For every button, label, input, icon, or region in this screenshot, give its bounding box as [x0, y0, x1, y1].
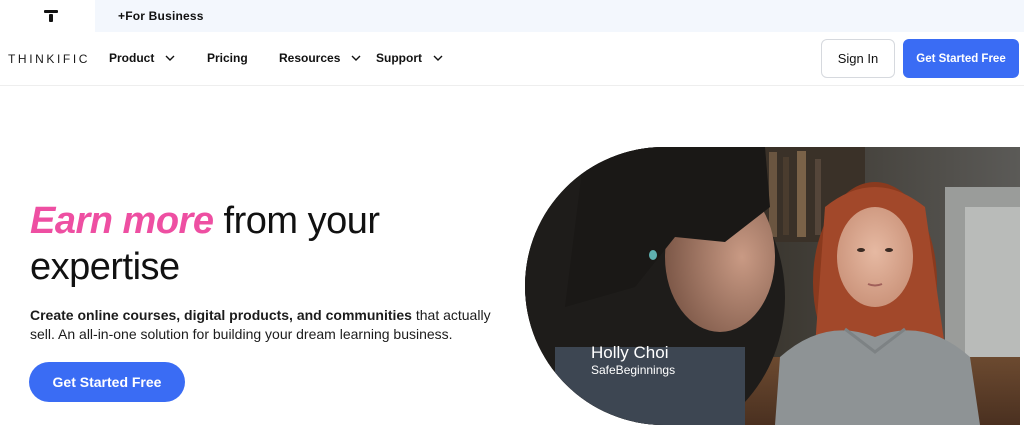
- chevron-down-icon: [433, 55, 443, 61]
- hero-headline-rest: from your: [213, 200, 381, 242]
- hero-headline-accent: Earn more: [30, 200, 214, 242]
- video-scene-image: [525, 147, 1020, 425]
- hero-description-bold: Create online courses, digital products,…: [30, 307, 412, 323]
- hero-video[interactable]: Holly Choi SafeBeginnings: [525, 147, 1020, 425]
- person-name-caption: Holly Choi: [591, 343, 669, 362]
- hero-headline: Earn more from your expertise: [30, 198, 380, 290]
- hero-get-started-button[interactable]: Get Started Free: [29, 362, 185, 402]
- nav-item-product[interactable]: Product: [109, 51, 176, 65]
- chevron-down-icon: [165, 55, 175, 61]
- nav-item-pricing[interactable]: Pricing: [207, 51, 248, 65]
- brand-tab[interactable]: [0, 0, 95, 32]
- nav-item-support[interactable]: Support: [376, 51, 444, 65]
- sign-in-button[interactable]: Sign In: [821, 39, 895, 78]
- person-org-caption: SafeBeginnings: [591, 363, 676, 377]
- hero-description: Create online courses, digital products,…: [30, 306, 500, 343]
- for-business-link[interactable]: +For Business: [118, 9, 204, 23]
- nav-item-label: Resources: [279, 51, 341, 65]
- main-nav: THINKIFIC Product Pricing Resources Supp…: [0, 32, 1024, 86]
- thinkific-logo[interactable]: THINKIFIC: [8, 52, 90, 66]
- nav-item-resources[interactable]: Resources: [279, 51, 362, 65]
- top-strip: +For Business: [0, 0, 1024, 32]
- hero-headline-line2: expertise: [30, 246, 180, 288]
- nav-item-label: Support: [376, 51, 422, 65]
- nav-item-label: Product: [109, 51, 155, 65]
- get-started-free-button[interactable]: Get Started Free: [903, 39, 1019, 78]
- thinkific-t-icon: [44, 10, 58, 22]
- chevron-down-icon: [351, 55, 361, 61]
- nav-item-label: Pricing: [207, 51, 248, 65]
